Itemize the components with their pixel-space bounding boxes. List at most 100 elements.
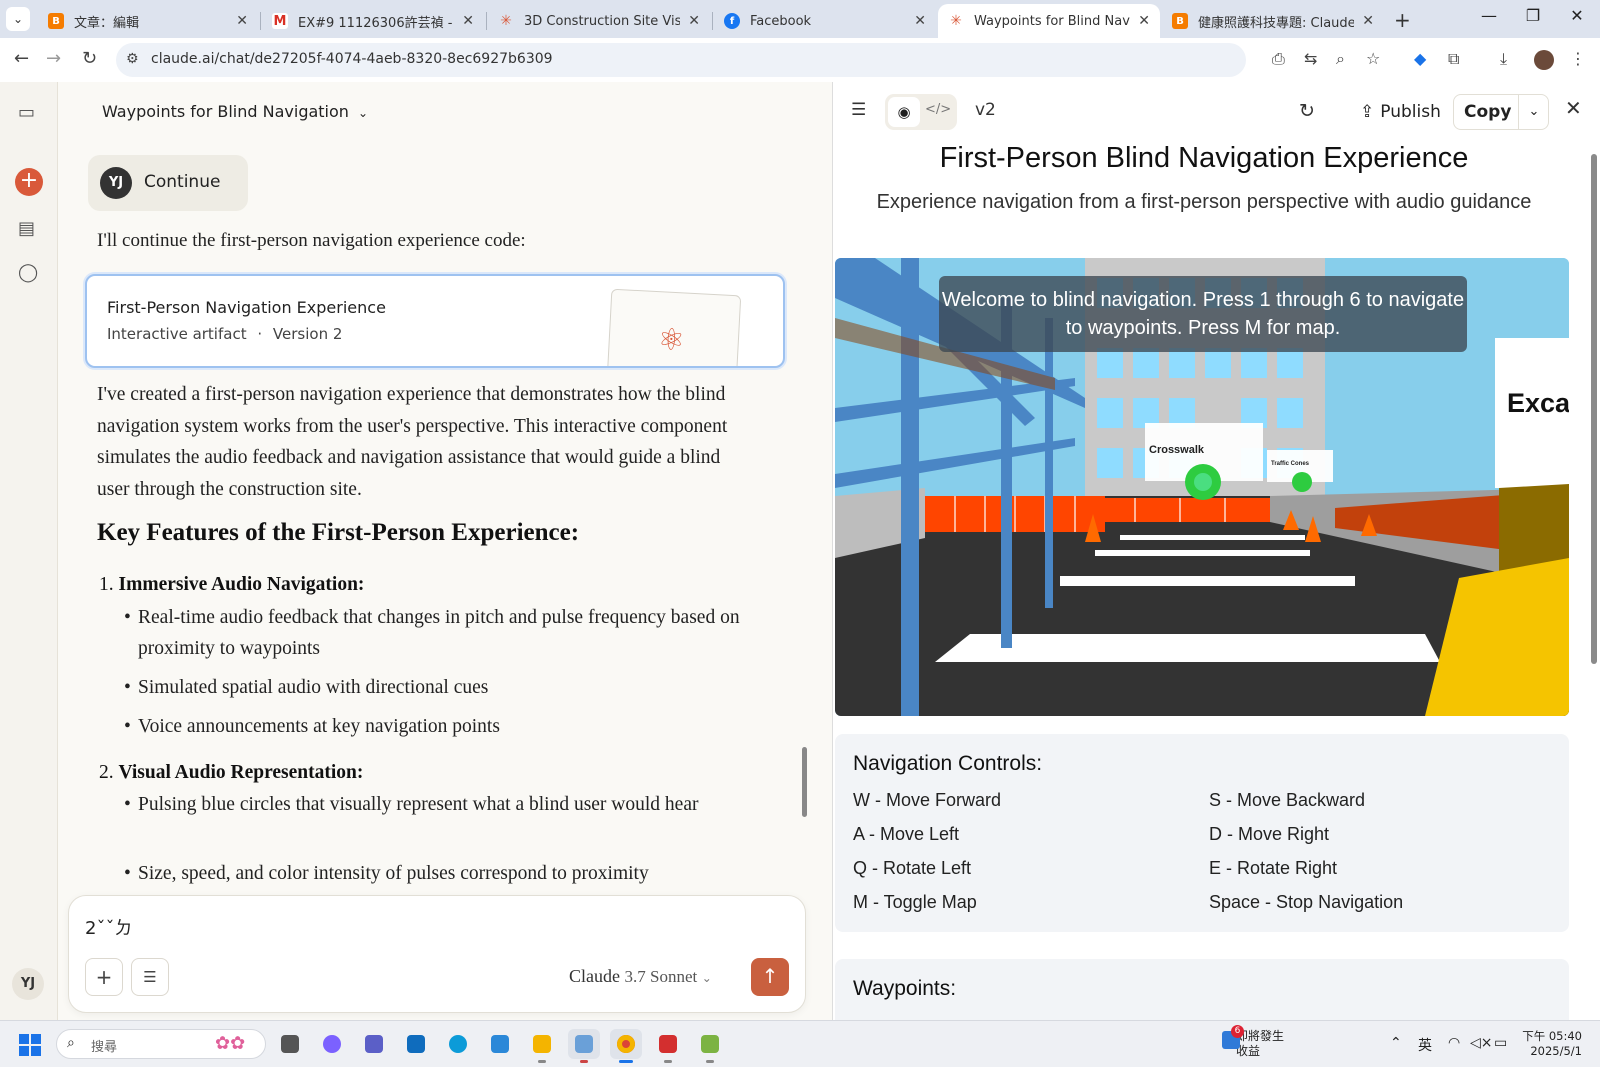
bookmark-star-icon[interactable]: ☆ <box>1366 49 1380 68</box>
chat-title-dropdown[interactable]: Waypoints for Blind Navigation ⌄ <box>102 102 368 121</box>
zoom-icon[interactable]: ⌕ <box>1336 49 1345 69</box>
news-widget[interactable]: 6 即將發生 收益 <box>1222 1025 1284 1059</box>
user-message-text: Continue <box>144 172 221 192</box>
tab-close-icon[interactable]: ✕ <box>688 13 700 29</box>
tab-search-icon[interactable]: ⌄ <box>6 7 30 31</box>
extension-icon[interactable]: ◆ <box>1414 49 1426 68</box>
browser-tab[interactable]: ✳ 3D Construction Site Visualiz ✕ <box>488 4 710 38</box>
tab-label: EX#9 11126306許芸禎 - chan <box>298 15 454 31</box>
address-bar[interactable]: ⚙ claude.ai/chat/de27205f-4074-4aeb-8320… <box>116 43 1246 77</box>
tab-close-icon[interactable]: ✕ <box>1362 13 1374 29</box>
more-menu-icon[interactable]: ⋮ <box>1570 49 1586 68</box>
add-attachment-button[interactable]: + <box>85 958 123 996</box>
artifact-card[interactable]: First-Person Navigation Experience Inter… <box>85 274 785 368</box>
chevron-down-icon: ⌄ <box>701 971 712 985</box>
chat-scrollbar[interactable] <box>802 747 807 817</box>
tab-close-icon[interactable]: ✕ <box>914 13 926 29</box>
browser-tab-active[interactable]: ✳ Waypoints for Blind Navigati ✕ <box>938 4 1160 38</box>
waypoints-section: Waypoints: <box>835 959 1569 1020</box>
composer-input[interactable]: 2ˇˇㄉ <box>85 914 132 940</box>
browser-toolbar: ← → ↻ ⚙ claude.ai/chat/de27205f-4074-4ae… <box>0 38 1600 82</box>
browser-tab[interactable]: M EX#9 11126306許芸禎 - chan ✕ <box>262 4 484 38</box>
tab-label: 健康照護科技專題: Claude 3d <box>1198 15 1355 31</box>
mail-icon[interactable] <box>400 1029 432 1059</box>
user-message: YJ Continue <box>88 155 248 211</box>
facebook-icon: f <box>724 13 740 29</box>
feature-title: Visual Audio Representation: <box>118 762 364 783</box>
extensions-puzzle-icon[interactable]: ⧉ <box>1448 49 1459 69</box>
windows-taskbar: ⌕ 搜尋 ✿✿ 6 即將發生 收益 ⌃ 英 ◠ ◁× ▭ 下午 05:40 20… <box>0 1020 1600 1067</box>
gmail-icon: M <box>272 13 288 29</box>
feature-number: 2. <box>99 762 114 783</box>
send-button[interactable]: ↑ <box>751 958 789 996</box>
download-icon[interactable]: ⤓ <box>1500 49 1507 69</box>
message-composer[interactable]: 2ˇˇㄉ + ☰ Claude 3.7 Sonnet ⌄ ↑ <box>68 895 806 1013</box>
taskbar-search[interactable]: ⌕ 搜尋 ✿✿ <box>56 1029 266 1059</box>
system-clock[interactable]: 下午 05:40 2025/5/1 <box>1520 1029 1582 1059</box>
browser-tab[interactable]: B 健康照護科技專題: Claude 3d ✕ <box>1162 4 1384 38</box>
ime-indicator[interactable]: 英 <box>1418 1035 1432 1055</box>
volume-muted-icon[interactable]: ◁× <box>1470 1035 1493 1051</box>
code-view-icon[interactable]: </> <box>925 102 951 117</box>
flower-icon: ✿✿ <box>215 1033 246 1054</box>
sidebar-toggle-icon[interactable]: ▭ <box>18 102 35 123</box>
photos-icon[interactable] <box>568 1029 600 1063</box>
waypoint-label: Crosswalk <box>1149 444 1205 456</box>
install-app-icon[interactable]: ⎙ <box>1272 49 1285 69</box>
navigation-controls: Navigation Controls: W - Move Forward S … <box>835 734 1569 932</box>
model-selector[interactable]: Claude 3.7 Sonnet ⌄ <box>569 966 712 987</box>
artifact-card-title: First-Person Navigation Experience <box>107 298 386 317</box>
publish-button[interactable]: ⇪ Publish <box>1350 94 1451 130</box>
chats-icon[interactable]: ◯ <box>18 262 38 283</box>
tab-close-icon[interactable]: ✕ <box>462 13 474 29</box>
navigation-3d-scene[interactable]: Welcome to blind navigation. Press 1 thr… <box>835 258 1569 716</box>
clock-time: 下午 05:40 <box>1522 1029 1582 1043</box>
file-explorer-icon[interactable] <box>526 1029 558 1063</box>
chrome-icon[interactable] <box>610 1029 642 1063</box>
task-view-icon[interactable] <box>274 1029 306 1059</box>
browser-tab[interactable]: f Facebook ✕ <box>714 4 936 38</box>
news-line-2: 收益 <box>1236 1044 1261 1058</box>
artifact-version: Version 2 <box>272 325 343 343</box>
claude-icon: ✳ <box>500 13 512 29</box>
close-panel-icon[interactable]: ✕ <box>1565 96 1582 120</box>
new-chat-icon[interactable]: + <box>15 168 43 196</box>
wifi-icon[interactable]: ◠ <box>1448 1035 1460 1051</box>
windows-start-icon[interactable] <box>19 1034 41 1056</box>
browser-tab[interactable]: B 文章：編輯 ✕ <box>38 4 258 38</box>
minimize-icon[interactable]: — <box>1466 6 1512 25</box>
forward-icon[interactable]: → <box>46 48 61 69</box>
artifact-thumbnail: ⚛ <box>606 288 742 366</box>
chevron-up-icon[interactable]: ⌃ <box>1390 1035 1402 1051</box>
artifact-list-icon[interactable]: ☰ <box>851 100 866 120</box>
translate-icon[interactable]: ⇆ <box>1304 49 1317 68</box>
window-close-icon[interactable]: ✕ <box>1554 6 1600 25</box>
restore-icon[interactable]: ❐ <box>1510 6 1556 25</box>
chevron-down-icon[interactable]: ⌄ <box>1518 95 1549 129</box>
account-avatar[interactable]: YJ <box>12 968 44 1000</box>
profile-avatar[interactable] <box>1534 50 1554 70</box>
store-icon[interactable] <box>484 1029 516 1059</box>
tab-close-icon[interactable]: ✕ <box>1138 13 1150 29</box>
panel-scrollbar[interactable] <box>1591 154 1597 664</box>
site-info-icon[interactable]: ⚙ <box>126 51 139 67</box>
tools-button[interactable]: ☰ <box>131 958 169 996</box>
waypoints-heading: Waypoints: <box>853 977 957 1000</box>
back-icon[interactable]: ← <box>14 48 29 69</box>
teams-icon[interactable] <box>358 1029 390 1059</box>
acrobat-icon[interactable] <box>652 1029 684 1063</box>
copilot-icon[interactable] <box>316 1029 348 1059</box>
battery-icon[interactable]: ▭ <box>1494 1035 1507 1051</box>
notepad-icon[interactable] <box>694 1029 726 1063</box>
refresh-icon[interactable]: ↻ <box>1299 100 1315 122</box>
model-version: 3.7 Sonnet <box>624 967 698 986</box>
control-key: Q - Rotate Left <box>853 858 972 878</box>
reload-icon[interactable]: ↻ <box>82 48 97 69</box>
chevron-down-icon: ⌄ <box>358 106 369 120</box>
new-tab-icon[interactable]: + <box>1394 8 1411 32</box>
tab-close-icon[interactable]: ✕ <box>236 13 248 29</box>
edge-icon[interactable] <box>442 1029 474 1059</box>
copy-button[interactable]: Copy ⌄ <box>1453 94 1549 130</box>
preview-eye-icon[interactable]: ◉ <box>888 97 920 127</box>
projects-icon[interactable]: ▤ <box>18 218 35 239</box>
